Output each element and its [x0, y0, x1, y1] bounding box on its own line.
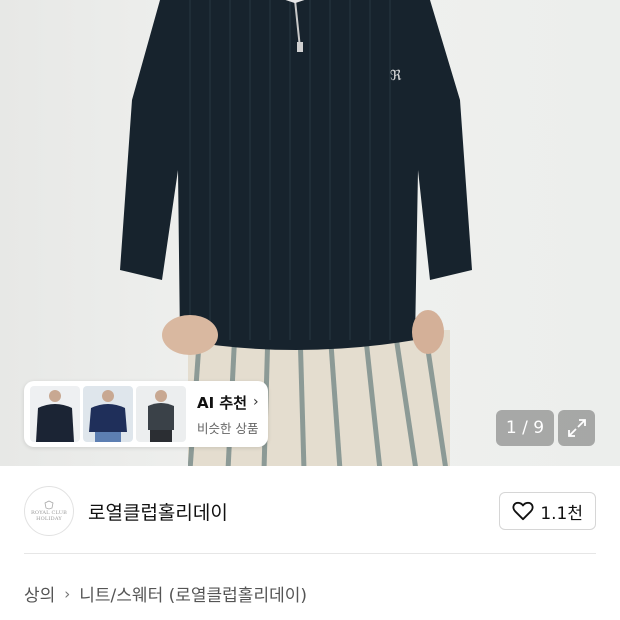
breadcrumb-subcategory[interactable]: 니트/스웨터 (로열클럽홀리데이)	[79, 581, 307, 606]
recommendation-thumbnail[interactable]	[30, 386, 80, 442]
brand-logo[interactable]: ROYAL CLUB HOLIDAY	[24, 486, 74, 536]
divider	[24, 553, 596, 554]
ai-recommend-title: AI 추천	[197, 393, 248, 412]
breadcrumb: 상의 › 니트/스웨터 (로열클럽홀리데이)	[24, 581, 307, 607]
like-button[interactable]: 1.1천	[499, 492, 596, 530]
ai-recommend-subtitle: 비슷한 상품	[197, 420, 259, 436]
brand-logo-text: ROYAL CLUB HOLIDAY	[30, 510, 68, 522]
sweater-image: ℜ	[120, 0, 472, 355]
expand-button[interactable]	[558, 410, 595, 446]
breadcrumb-category[interactable]: 상의	[24, 581, 55, 606]
crest-icon	[44, 500, 54, 510]
expand-icon	[567, 419, 586, 437]
image-pager: 1 / 9	[496, 410, 554, 446]
chevron-right-icon: ›	[64, 584, 71, 603]
chevron-right-icon: ›	[253, 394, 259, 410]
product-image[interactable]: ℜ AI 추천 › 비슷한 상품 1 / 9	[0, 0, 620, 466]
heart-outline-icon	[512, 501, 534, 521]
ai-recommendation-card[interactable]: AI 추천 › 비슷한 상품	[24, 381, 268, 447]
recommendation-thumbnail[interactable]	[83, 386, 133, 442]
brand-name[interactable]: 로열클럽홀리데이	[88, 498, 228, 525]
recommendation-thumbnail[interactable]	[136, 386, 186, 442]
like-count: 1.1천	[540, 503, 583, 524]
svg-text:ℜ: ℜ	[390, 68, 402, 84]
brand-row: ROYAL CLUB HOLIDAY 로열클럽홀리데이 1.1천	[24, 485, 596, 537]
